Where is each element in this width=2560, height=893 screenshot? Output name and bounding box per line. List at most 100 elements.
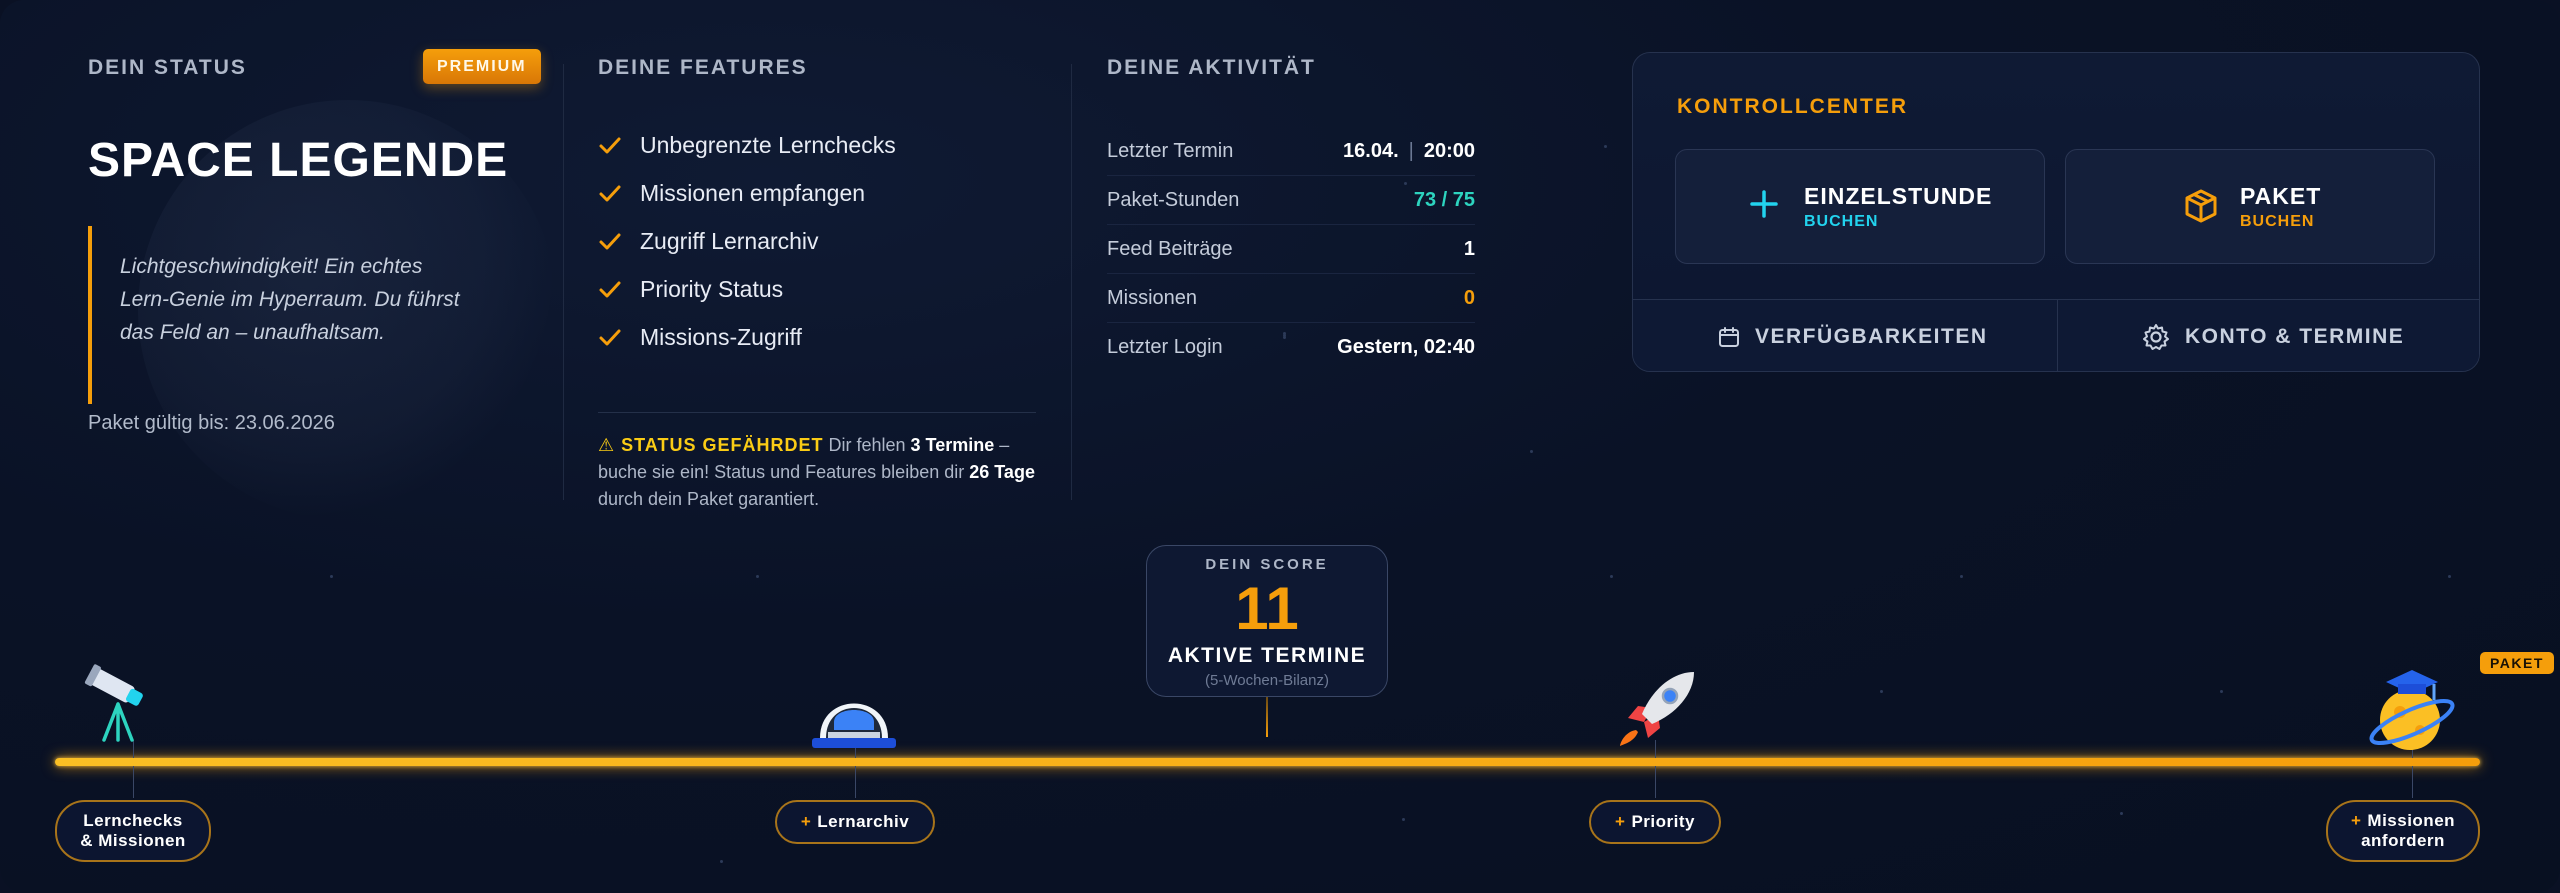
telescope-icon	[84, 664, 143, 742]
activity-panel: DEINE AKTIVITÄT Letzter Termin 16.04. | 20…	[1107, 40, 1477, 358]
score-label: DEIN SCORE	[1205, 556, 1329, 573]
status-panel: DEIN STATUS PREMIUM SPACE LEGENDE Lichtg…	[88, 40, 558, 520]
features-section-title: DEINE FEATURES	[598, 56, 808, 79]
warning-heading: ⚠ STATUS GEFÄHRDET	[598, 435, 824, 455]
status-section-title: DEIN STATUS	[88, 56, 247, 79]
plus-icon: +	[1615, 812, 1626, 831]
activity-value: 1	[1463, 237, 1475, 260]
milestone-label: Lernchecks & Missionen	[80, 811, 186, 851]
milestone-priority[interactable]: + Priority	[1589, 800, 1721, 844]
footer-divider	[2057, 300, 2058, 371]
account-appointments-link[interactable]: KONTO & TERMINE	[2141, 300, 2404, 371]
book-package-button[interactable]: PAKET BUCHEN	[2065, 149, 2435, 264]
status-quote: Lichtgeschwindigkeit! Ein echtes Lern-Ge…	[88, 226, 508, 404]
warning-days: 26 Tage	[969, 462, 1035, 482]
plus-icon: +	[2350, 811, 2362, 830]
activity-row-feed-posts: Feed Beiträge 1	[1107, 225, 1475, 274]
activity-row-missions: Missionen 0	[1107, 274, 1475, 323]
check-icon	[599, 137, 621, 153]
star	[1402, 818, 1405, 821]
last-appointment-time: 20:00	[1423, 139, 1475, 162]
score-value: 11	[1235, 575, 1299, 642]
box-icon	[2185, 189, 2217, 223]
column-divider	[1071, 64, 1072, 500]
control-center-title: KONTROLLCENTER	[1677, 95, 1908, 118]
plus-icon	[1750, 190, 1778, 218]
progress-track	[55, 758, 2480, 766]
activity-value: 16.04. | 20:00	[1343, 140, 1475, 163]
milestone-label-line: & Missionen	[80, 831, 186, 850]
feature-item: Unbegrenzte Lernchecks	[598, 132, 896, 159]
control-center: KONTROLLCENTER EINZELSTUNDE BUCHEN PAKET…	[1632, 52, 2480, 372]
astronaut-helmet-icon	[812, 703, 896, 748]
package-valid-until: Paket gültig bis: 23.06.2026	[88, 412, 335, 434]
activity-row-package-hours: Paket-Stunden 73 / 75	[1107, 176, 1475, 225]
milestone-missionen-anfordern[interactable]: + Missionen anfordern	[2326, 800, 2480, 862]
check-icon	[599, 329, 621, 345]
milestone-label-line: Lernchecks	[83, 811, 183, 830]
warning-text: durch dein Paket garantiert.	[598, 489, 820, 509]
button-title: EINZELSTUNDE	[1804, 183, 1993, 209]
check-icon	[599, 233, 621, 249]
feature-item: Missions-Zugriff	[598, 324, 802, 351]
control-center-footer: VERFÜGBARKEITEN KONTO & TERMINE	[1633, 299, 2479, 371]
gear-icon	[2143, 324, 2169, 350]
score-hint: (5-Wochen-Bilanz)	[1205, 672, 1329, 689]
milestone-lernarchiv[interactable]: + Lernarchiv	[775, 800, 935, 844]
activity-label: Feed Beiträge	[1107, 237, 1233, 260]
activity-label: Missionen	[1107, 286, 1198, 309]
milestone-label-line: Missionen	[2367, 811, 2456, 830]
activity-row-last-login: Letzter Login Gestern, 02:40	[1107, 323, 1475, 372]
button-subtitle: BUCHEN	[1804, 213, 1879, 230]
quote-line: Lichtgeschwindigkeit! Ein echtes	[120, 255, 423, 278]
button-title: PAKET	[2240, 183, 2322, 209]
button-subtitle: BUCHEN	[2240, 213, 2315, 230]
features-panel: DEINE FEATURES Unbegrenzte Lernchecks Mi…	[598, 40, 1038, 510]
score-pointer	[1266, 697, 1268, 737]
activity-value: 73 / 75	[1413, 188, 1475, 211]
activity-label: Letzter Login	[1107, 336, 1223, 358]
milestone-label: + Missionen anfordern	[2351, 811, 2455, 851]
milestone-tick	[855, 766, 856, 798]
milestone-tick	[1655, 766, 1656, 798]
star	[1880, 690, 1883, 693]
activity-value: Gestern, 02:40	[1337, 336, 1475, 358]
feature-label: Missionen empfangen	[640, 180, 866, 206]
star	[2448, 575, 2451, 578]
book-single-lesson-button[interactable]: EINZELSTUNDE BUCHEN	[1675, 149, 2045, 264]
activity-section-title: DEINE AKTIVITÄT	[1107, 56, 1316, 79]
graduation-planet-icon	[2369, 670, 2455, 750]
milestone-lernchecks[interactable]: Lernchecks & Missionen	[55, 800, 211, 862]
plus-icon: +	[800, 812, 812, 831]
dashboard-frame: DEIN STATUS PREMIUM SPACE LEGENDE Lichtg…	[0, 0, 2560, 893]
rocket-icon	[1620, 672, 1694, 746]
score-card: DEIN SCORE 11 AKTIVE TERMINE (5-Wochen-B…	[1146, 545, 1388, 697]
activity-row-last-appointment: Letzter Termin 16.04. | 20:00	[1107, 127, 1475, 176]
separator: |	[1408, 139, 1414, 162]
quote-line: das Feld an – unaufhaltsam.	[120, 321, 386, 344]
feature-item: Priority Status	[598, 276, 783, 303]
feature-item: Zugriff Lernarchiv	[598, 228, 819, 255]
activity-value: 0	[1463, 286, 1475, 309]
milestone-tick	[133, 766, 134, 798]
status-warning: ⚠ STATUS GEFÄHRDET Dir fehlen 3 Termine …	[598, 432, 1038, 513]
star	[2220, 690, 2223, 693]
check-icon	[599, 281, 621, 297]
paket-tag: PAKET	[2480, 652, 2554, 674]
feature-label: Missions-Zugriff	[640, 324, 802, 350]
status-title: SPACE LEGENDE	[88, 134, 509, 187]
star	[756, 575, 759, 578]
star	[1530, 450, 1533, 453]
last-appointment-date: 16.04.	[1343, 139, 1399, 162]
star	[1610, 575, 1613, 578]
milestone-label: Priority	[1631, 812, 1695, 831]
column-divider	[563, 64, 564, 500]
premium-badge: PREMIUM	[423, 49, 541, 84]
calendar-icon	[1719, 327, 1739, 347]
score-subtitle: AKTIVE TERMINE	[1167, 644, 1367, 667]
feature-label: Priority Status	[640, 276, 784, 302]
star	[1960, 575, 1963, 578]
availability-link[interactable]: VERFÜGBARKEITEN	[1717, 300, 1988, 371]
star	[2120, 812, 2123, 815]
star	[330, 575, 333, 578]
